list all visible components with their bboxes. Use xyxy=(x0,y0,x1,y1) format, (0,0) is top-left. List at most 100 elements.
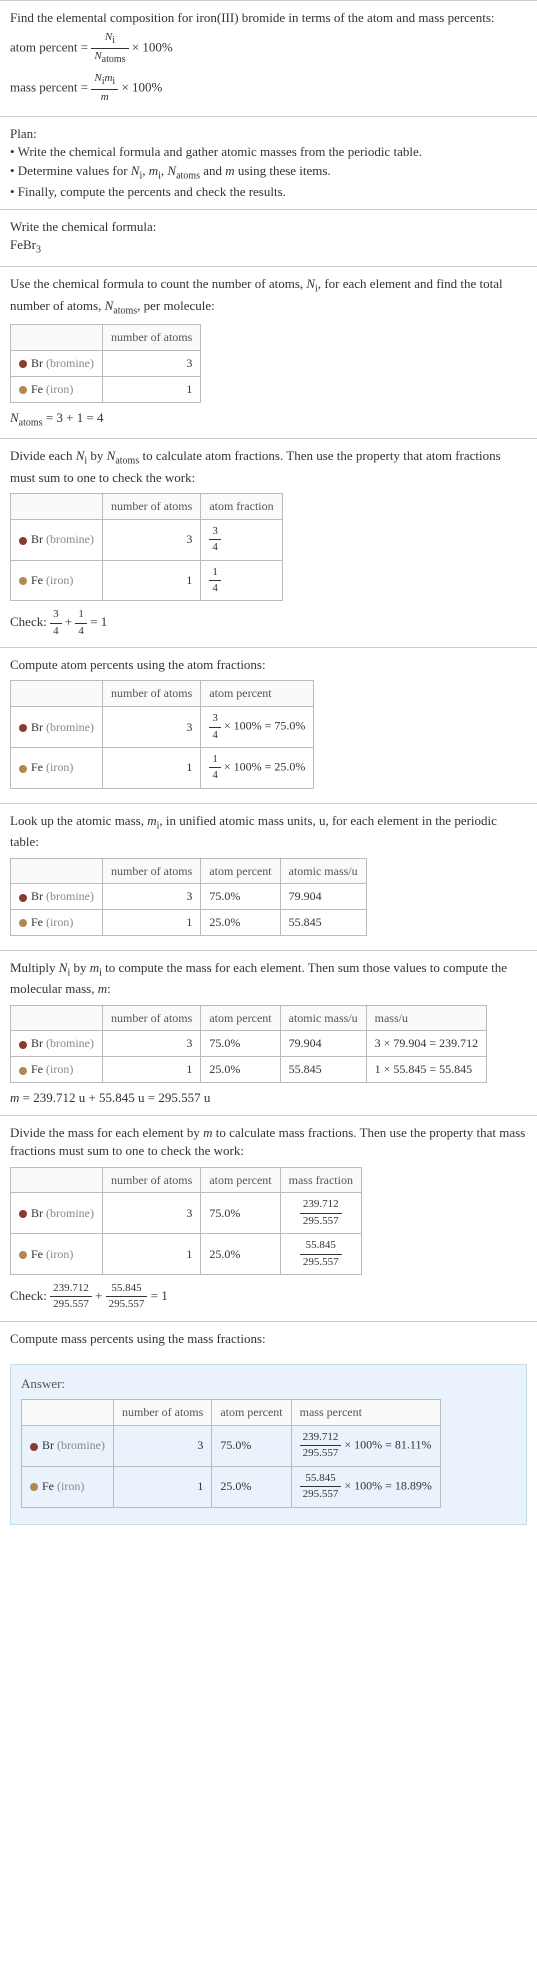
fe-eq: × 100% = 18.89% xyxy=(341,1478,432,1492)
fe-n: 1 xyxy=(102,376,200,402)
fn: 55.845 xyxy=(300,1471,342,1487)
br-n: 3 xyxy=(102,1031,200,1057)
fn: 3 xyxy=(50,607,62,623)
br-cell: Br (bromine) xyxy=(11,519,103,560)
var-m: m xyxy=(225,163,234,178)
fe-cell: Fe (iron) xyxy=(11,560,103,601)
af-b: by xyxy=(87,448,107,463)
br-label: Br xyxy=(42,1438,54,1452)
col-blank xyxy=(11,858,103,884)
fe-pct: 25.0% xyxy=(201,1234,280,1275)
table-row: Br (bromine)375.0%239.712295.557 xyxy=(11,1193,362,1234)
col-pct: atom percent xyxy=(212,1400,291,1426)
ci-na-sub: atoms xyxy=(113,305,137,316)
br-label: Br xyxy=(31,532,43,546)
fe-n: 1 xyxy=(102,1057,200,1083)
fn: 3 xyxy=(209,711,221,727)
chk-a: Check: xyxy=(10,614,50,629)
ct-na-sub: atoms xyxy=(19,417,43,428)
fn: 239.712 xyxy=(300,1430,342,1446)
col-atoms: number of atoms xyxy=(102,681,200,707)
br-label: Br xyxy=(31,889,43,903)
fn: 1 xyxy=(209,565,221,581)
plan-section: Plan: • Write the chemical formula and g… xyxy=(0,116,537,209)
fe-cell: Fe (iron) xyxy=(11,910,103,936)
fd: 4 xyxy=(50,624,62,639)
br-pct: 34 × 100% = 75.0% xyxy=(201,707,314,748)
col-blank xyxy=(11,681,103,707)
fe-name: (iron) xyxy=(46,915,73,929)
br-frac: 239.712295.557 xyxy=(280,1193,361,1234)
fe-mass: 55.845 xyxy=(280,910,366,936)
col-atoms: number of atoms xyxy=(102,1005,200,1031)
table-row: Fe (iron)125.0%55.8451 × 55.845 = 55.845 xyxy=(11,1057,487,1083)
br-calc: 3 × 79.904 = 239.712 xyxy=(366,1031,487,1057)
col-atoms: number of atoms xyxy=(102,494,200,520)
fn: 3 xyxy=(209,524,221,540)
answer-label: Answer: xyxy=(21,1375,516,1393)
massu-intro: Look up the atomic mass, mi, in unified … xyxy=(10,812,527,852)
times-100: × 100% xyxy=(132,40,173,55)
fe-calc: 1 × 55.845 = 55.845 xyxy=(366,1057,487,1083)
table-row: number of atomsatom percentatomic mass/u… xyxy=(11,1005,487,1031)
br-cell: Br (bromine) xyxy=(11,1193,103,1234)
fe-cell: Fe (iron) xyxy=(11,376,103,402)
plan-title: Plan: xyxy=(10,125,527,143)
br-eq: × 100% = 75.0% xyxy=(221,719,306,733)
col-massu: atomic mass/u xyxy=(280,1005,366,1031)
fd: 295.557 xyxy=(300,1446,342,1461)
circle-icon xyxy=(19,919,27,927)
circle-icon xyxy=(19,765,27,773)
col-pct: atom percent xyxy=(201,858,280,884)
br-name: (bromine) xyxy=(46,532,94,546)
table-row: number of atomsatom percentmass percent xyxy=(22,1400,441,1426)
col-masspct: mass percent xyxy=(291,1400,440,1426)
massfrac-check: Check: 239.712295.557 + 55.845295.557 = … xyxy=(10,1281,527,1313)
frac-icon: 239.712295.557 xyxy=(300,1430,342,1462)
fe-masspct: 55.845295.557 × 100% = 18.89% xyxy=(291,1466,440,1507)
table-row: Fe (iron)114 × 100% = 25.0% xyxy=(11,747,314,788)
frac-icon: 34 xyxy=(209,524,221,556)
br-name: (bromine) xyxy=(46,889,94,903)
fe-frac: 14 xyxy=(201,560,282,601)
br-pct: 75.0% xyxy=(201,1193,280,1234)
frac-num-b-sub: i xyxy=(112,76,115,87)
circle-icon xyxy=(19,1067,27,1075)
molmass-total: m = 239.712 u + 55.845 u = 295.557 u xyxy=(10,1089,527,1107)
fn: 55.845 xyxy=(106,1281,148,1297)
fe-name: (iron) xyxy=(46,573,73,587)
br-n: 3 xyxy=(102,519,200,560)
br-label: Br xyxy=(31,356,43,370)
br-n: 3 xyxy=(102,884,200,910)
br-cell: Br (bromine) xyxy=(11,707,103,748)
table-row: Br (bromine)375.0%239.712295.557 × 100% … xyxy=(22,1425,441,1466)
fd: 295.557 xyxy=(300,1487,342,1502)
ci-a: Use the chemical formula to count the nu… xyxy=(10,276,306,291)
br-masspct: 239.712295.557 × 100% = 81.11% xyxy=(291,1425,440,1466)
col-pct: atom percent xyxy=(201,681,314,707)
br-name: (bromine) xyxy=(57,1438,105,1452)
mf-m: m xyxy=(203,1125,212,1140)
frac-den-sub: atoms xyxy=(102,55,126,66)
question-text: Find the elemental composition for iron(… xyxy=(10,9,527,27)
br-mass: 79.904 xyxy=(280,884,366,910)
fe-eq: × 100% = 25.0% xyxy=(221,760,306,774)
atompct-intro: Compute atom percents using the atom fra… xyxy=(10,656,527,674)
mass-pct-lhs: mass percent = xyxy=(10,79,88,94)
chk-c: = 1 xyxy=(87,614,107,629)
plan-bullet-2: • Determine values for Ni, mi, Natoms an… xyxy=(10,162,527,184)
fe-name: (iron) xyxy=(46,382,73,396)
formula-title: Write the chemical formula: xyxy=(10,218,527,236)
fe-name: (iron) xyxy=(57,1479,84,1493)
ct-na: N xyxy=(10,410,19,425)
circle-icon xyxy=(30,1483,38,1491)
table-row: Br (bromine)3 xyxy=(11,351,201,377)
fe-cell: Fe (iron) xyxy=(11,1234,103,1275)
var-natoms: N xyxy=(167,163,176,178)
fe-n: 1 xyxy=(102,747,200,788)
frac-icon: 14 xyxy=(209,752,221,784)
frac-icon: 34 xyxy=(50,607,62,639)
atomfrac-check: Check: 34 + 14 = 1 xyxy=(10,607,527,639)
af-na-sub: atoms xyxy=(115,456,139,467)
fe-n: 1 xyxy=(102,1234,200,1275)
